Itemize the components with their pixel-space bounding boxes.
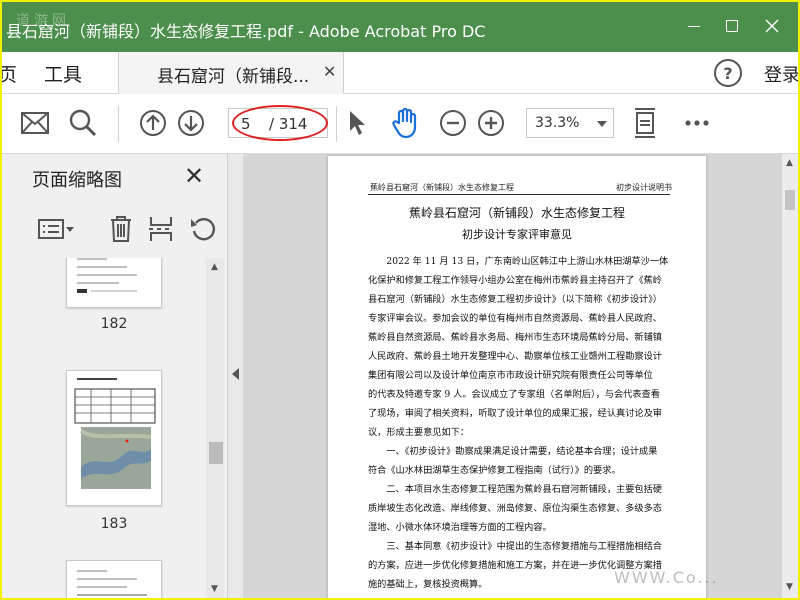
delete-icon[interactable] — [106, 214, 136, 244]
body-text-line: 议，形成主要意见如下： — [368, 427, 470, 438]
help-icon[interactable]: ? — [714, 59, 742, 87]
page-header-left: 蕉岭县石窟河（新铺段）水生态修复工程 — [370, 183, 514, 192]
thumbnail-list[interactable]: 182 183 — [2, 258, 206, 598]
close-icon — [765, 19, 779, 33]
extract-page-icon[interactable] — [146, 214, 176, 244]
body-text-line: 化保护和修复工程工作领导小组办公室在梅州市蕉岭县主持召开了《蕉岭 — [368, 275, 662, 286]
body-text-line: 二、本项目水生态修复工程范围为蕉岭县石窟河新铺段，主要包括硬 — [368, 484, 662, 495]
body-text-line: 集团有限公司以及设计单位南京市市政设计研究院有限责任公司等单位 — [368, 370, 653, 381]
body-text-line: 人民政府、蕉岭县土地开发整理中心、勘察单位核工业赣州工程勘察设计 — [368, 351, 662, 362]
body-text-line: 2022 年 11 月 13 日，广东南岭山区韩江中上游山水林田湖草沙一体 — [368, 256, 669, 267]
rotate-icon[interactable] — [188, 214, 218, 244]
site-watermark-bottom: WWW.Co... — [614, 568, 719, 587]
thumbnail-page-label: 183 — [100, 516, 128, 532]
body-text-line: 了现场，审阅了相关资料，听取了设计单位的成果汇报，经认真讨论及审 — [368, 408, 662, 419]
page-thumbnail[interactable] — [66, 258, 162, 308]
scroll-up-icon[interactable]: ▲ — [786, 158, 793, 168]
panel-toolbar — [2, 202, 228, 262]
zoom-select[interactable]: 33.3% — [526, 108, 614, 138]
email-icon[interactable] — [18, 106, 52, 140]
next-page-icon[interactable] — [174, 106, 208, 140]
document-view[interactable]: 蕉岭县石窟河（新铺段）水生态修复工程 初步设计说明书 蕉岭县石窟河（新铺段）水生… — [244, 154, 782, 598]
document-scrollbar[interactable]: ▲ ▼ — [782, 154, 798, 598]
toolbar: 5 / 314 33.3% — [2, 94, 798, 154]
body-text-line: 质岸坡生态化改造、岸线修复、洲岛修复、原位沟渠生态修复、多级多态 — [368, 503, 662, 514]
total-pages: / 314 — [269, 115, 308, 133]
app-window: 道游网 县石窟河（新铺段）水生态修复工程.pdf - Adobe Acrobat… — [2, 2, 798, 598]
home-menu[interactable]: 页 — [2, 60, 17, 87]
collapse-panel-icon[interactable] — [232, 368, 239, 380]
scrollbar-thumb[interactable] — [209, 442, 223, 464]
page-thumbnail[interactable] — [66, 370, 162, 506]
body-text-line: 一、《初步设计》勘察成果满足设计需要，结论基本合理；设计成果 — [368, 446, 658, 457]
document-subtitle: 初步设计专家评审意见 — [462, 228, 572, 241]
body-text-line: 县石窟河（新铺段）水生态修复工程初步设计》（以下简称《初步设计》） — [368, 294, 662, 305]
scroll-down-icon[interactable]: ▼ — [211, 584, 218, 594]
login-button[interactable]: 登录 — [764, 61, 798, 87]
search-icon[interactable] — [66, 106, 100, 140]
close-window-button[interactable] — [758, 14, 786, 38]
hand-tool-icon[interactable] — [388, 106, 422, 140]
page-thumbnails-panel: 页面缩略图 ✕ 182 183 ▲ ▼ — [2, 154, 228, 598]
panel-title: 页面缩略图 — [32, 170, 122, 191]
fit-page-icon[interactable] — [628, 106, 662, 140]
zoom-out-icon[interactable] — [436, 106, 470, 140]
scroll-down-icon[interactable]: ▼ — [786, 582, 793, 592]
window-title: 县石窟河（新铺段）水生态修复工程.pdf - Adobe Acrobat Pro… — [6, 22, 486, 41]
body-text-line: 符合《山水林田湖草生态保护修复工程指南（试行）》的要求。 — [368, 465, 621, 476]
thumbnail-scrollbar[interactable]: ▲ ▼ — [206, 258, 224, 598]
document-body: 2022 年 11 月 13 日，广东南岭山区韩江中上游山水林田湖草沙一体 化保护… — [368, 252, 672, 598]
header-divider — [368, 194, 670, 195]
body-text-line: 专家评审会议。参加会议的单位有梅州市自然资源局、蕉岭县人民政府、 — [368, 313, 662, 324]
document-tab-label: 县石窟河（新铺段... — [157, 67, 310, 87]
options-menu-icon[interactable] — [36, 214, 76, 244]
current-page: 5 — [241, 115, 251, 133]
body-text-line: 三、基本同意《初步设计》中提出的生态修复措施与工程措施相结合 — [368, 541, 662, 552]
body-text-line: 的代表及特邀专家 9 人。会议成立了专家组（名单附后），与会代表查看 — [368, 389, 660, 400]
title-bar: 道游网 县石窟河（新铺段）水生态修复工程.pdf - Adobe Acrobat… — [2, 2, 798, 52]
more-tools-icon[interactable] — [680, 106, 714, 140]
scroll-up-icon[interactable]: ▲ — [211, 262, 218, 272]
pdf-page: 蕉岭县石窟河（新铺段）水生态修复工程 初步设计说明书 蕉岭县石窟河（新铺段）水生… — [328, 156, 706, 598]
toolbar-separator — [336, 106, 337, 142]
panel-close-icon[interactable]: ✕ — [184, 162, 204, 190]
toolbar-separator — [118, 106, 119, 142]
page-thumbnail[interactable] — [66, 560, 162, 598]
body-text-line: 蕉岭县自然资源局、蕉岭县水务局、梅州市生态环境局蕉岭分局、新铺镇 — [368, 332, 662, 343]
maximize-icon — [726, 20, 738, 32]
page-number-field[interactable]: 5 / 314 — [228, 108, 328, 138]
tools-menu[interactable]: 工具 — [44, 60, 82, 87]
thumbnail-page-label: 182 — [100, 316, 128, 332]
tab-close-icon[interactable]: ✕ — [323, 62, 336, 81]
previous-page-icon[interactable] — [136, 106, 170, 140]
minimize-icon — [688, 25, 700, 27]
panel-collapse-strip[interactable] — [228, 154, 244, 598]
zoom-value: 33.3% — [535, 115, 580, 131]
document-tab[interactable]: 县石窟河（新铺段... ✕ — [118, 52, 344, 94]
maximize-button[interactable] — [718, 14, 746, 38]
body-text-line: 《初步设计》基本上达到了初步设计的深度要求，基本同意通过评审。 — [368, 594, 672, 598]
minimize-button[interactable] — [680, 14, 708, 38]
chevron-down-icon — [597, 121, 607, 127]
body-text-line: 湿地、小微水体环境治理等方面的工程内容。 — [368, 522, 552, 533]
menu-bar: 页 工具 县石窟河（新铺段... ✕ ? 登录 — [2, 52, 798, 94]
zoom-in-icon[interactable] — [474, 106, 508, 140]
page-header-right: 初步设计说明书 — [616, 183, 672, 192]
document-title: 蕉岭县石窟河（新铺段）水生态修复工程 — [408, 206, 625, 220]
scrollbar-thumb[interactable] — [785, 190, 795, 210]
select-arrow-icon[interactable] — [340, 106, 374, 140]
